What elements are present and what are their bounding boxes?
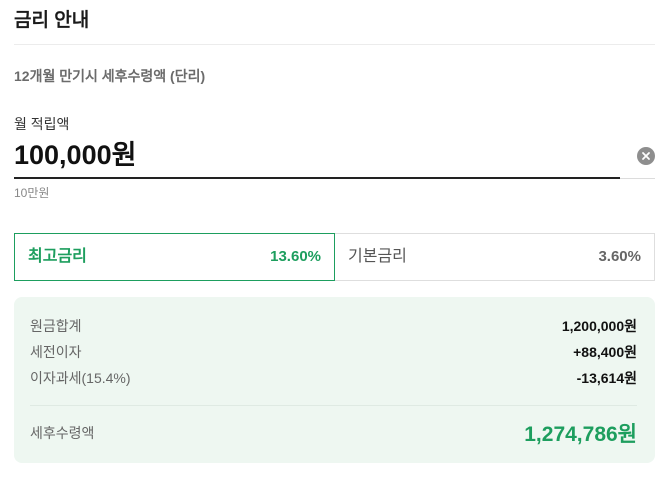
summary-panel: 원금합계 1,200,000원 세전이자 +88,400원 이자과세(15.4%… (14, 297, 655, 463)
page-title: 금리 안내 (14, 10, 90, 31)
summary-row-principal: 원금합계 1,200,000원 (30, 315, 637, 337)
pretax-interest-label: 세전이자 (30, 344, 82, 360)
calculation-subtitle: 12개월 만기시 세후수령액 (단리) (14, 68, 206, 84)
summary-total: 세후수령액 1,274,786원 (30, 420, 637, 446)
tab-base-rate-label: 기본금리 (348, 248, 407, 265)
interest-rate-page: 금리 안내 12개월 만기시 세후수령액 (단리) 월 적립액 10만원 최고금… (0, 0, 671, 492)
principal-value: 1,200,000원 (561, 318, 637, 334)
header-divider (14, 44, 655, 45)
interest-tax-label: 이자과세(15.4%) (30, 370, 131, 386)
pretax-interest-value: +88,400원 (573, 344, 637, 360)
input-underline (14, 177, 620, 179)
tab-max-rate-label: 최고금리 (28, 248, 87, 265)
principal-label: 원금합계 (30, 318, 82, 334)
rate-tabs: 최고금리 13.60% 기본금리 3.60% (14, 233, 655, 281)
amount-hint: 10만원 (14, 186, 50, 200)
tab-max-rate-value: 13.60% (270, 248, 321, 265)
tab-base-rate[interactable]: 기본금리 3.60% (335, 233, 655, 281)
after-tax-value: 1,274,786원 (524, 423, 637, 446)
tab-max-rate[interactable]: 최고금리 13.60% (14, 233, 335, 281)
after-tax-label: 세후수령액 (30, 425, 95, 441)
input-underline-rest (620, 178, 655, 179)
summary-row-interest-tax: 이자과세(15.4%) -13,614원 (30, 367, 637, 389)
summary-divider (30, 405, 637, 406)
monthly-deposit-input[interactable] (14, 136, 614, 174)
close-icon (642, 152, 650, 160)
interest-tax-value: -13,614원 (576, 370, 637, 386)
tab-base-rate-value: 3.60% (598, 248, 641, 265)
summary-row-pretax-interest: 세전이자 +88,400원 (30, 341, 637, 363)
clear-input-button[interactable] (637, 147, 655, 165)
monthly-deposit-label: 월 적립액 (14, 116, 70, 132)
